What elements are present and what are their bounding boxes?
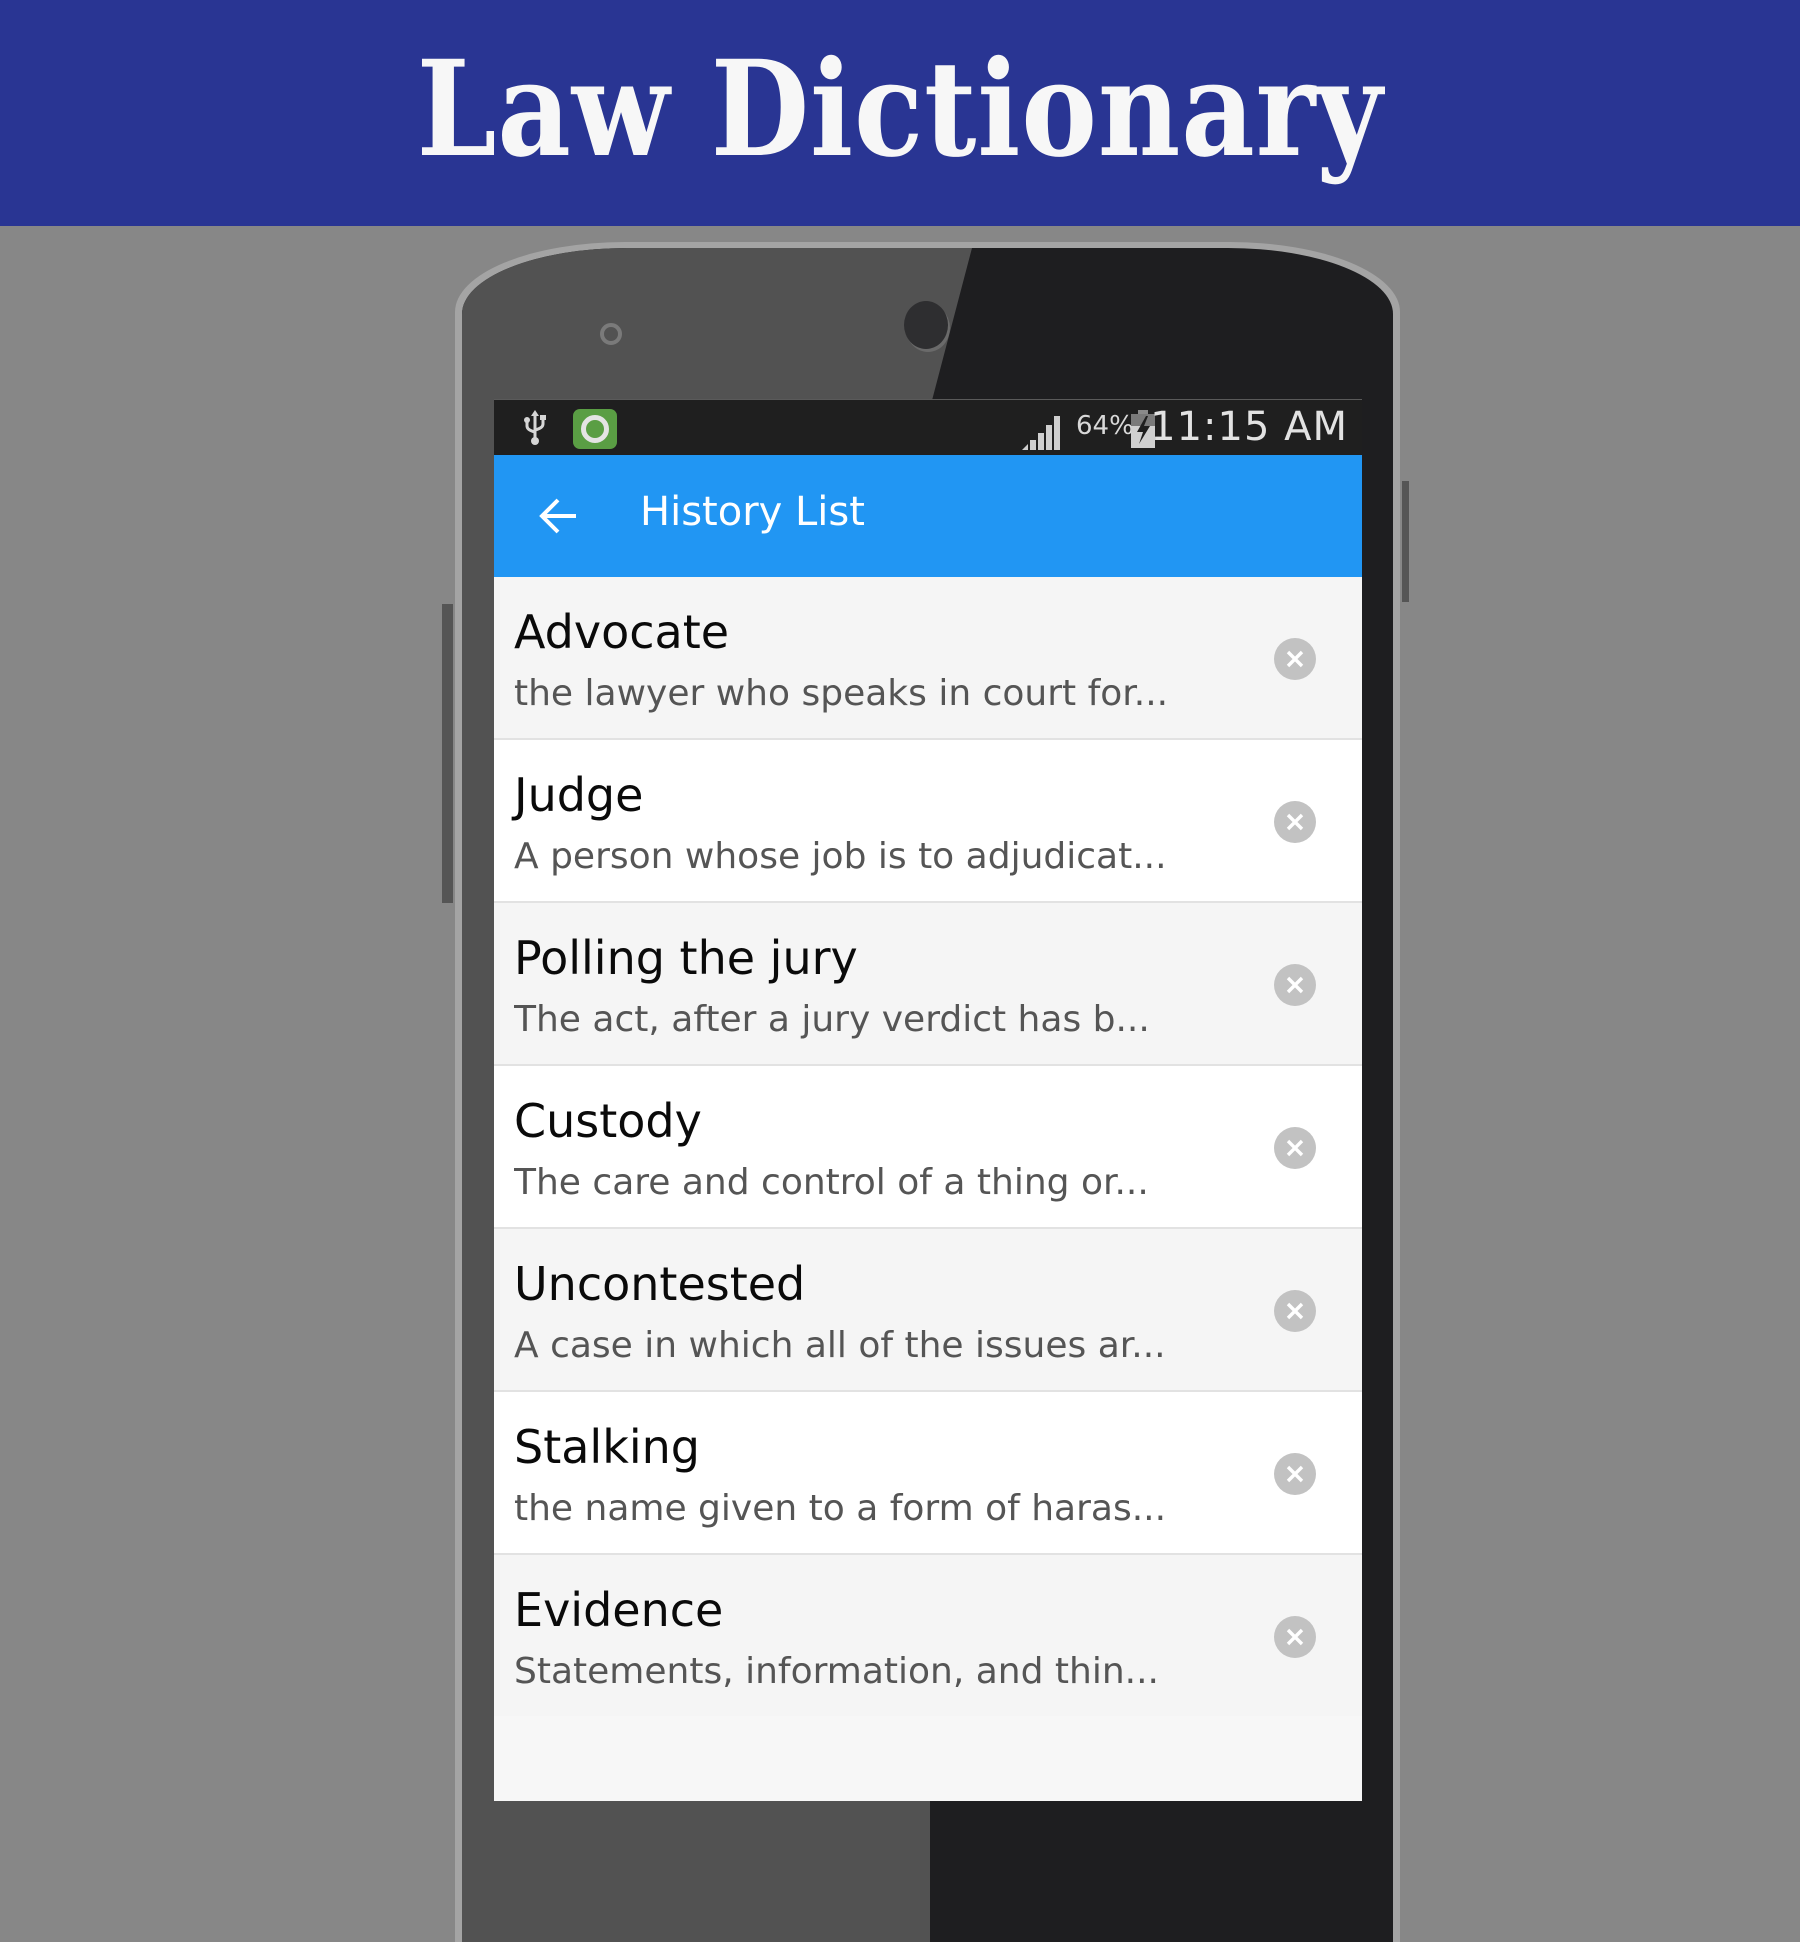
battery-percent: 64%	[1076, 411, 1134, 441]
delete-button[interactable]	[1274, 1290, 1316, 1332]
history-list-item[interactable]: Judge A person whose job is to adjudicat…	[494, 740, 1362, 903]
history-list-item[interactable]: Advocate the lawyer who speaks in court …	[494, 577, 1362, 740]
history-list-item[interactable]: Custody The care and control of a thing …	[494, 1066, 1362, 1229]
status-clock: 11:15 AM	[1150, 404, 1348, 450]
proximity-sensor-icon	[600, 323, 622, 345]
item-term: Advocate	[514, 605, 730, 659]
close-circle-icon	[1286, 1465, 1304, 1483]
delete-button[interactable]	[1274, 638, 1316, 680]
history-list-item[interactable]: Stalking the name given to a form of har…	[494, 1392, 1362, 1555]
item-term: Stalking	[514, 1420, 700, 1474]
item-definition: The care and control of a thing or...	[514, 1162, 1149, 1203]
usb-icon	[524, 410, 546, 445]
app-bar: History List	[494, 455, 1362, 577]
back-button[interactable]	[534, 491, 584, 541]
banner-title: Law Dictionary	[416, 31, 1384, 187]
history-list-item[interactable]: Uncontested A case in which all of the i…	[494, 1229, 1362, 1392]
status-bar: 64% 11:15 AM	[494, 400, 1362, 455]
phone-power-button	[1402, 481, 1409, 602]
phone-volume-button	[442, 604, 453, 903]
page-title: History List	[640, 489, 865, 535]
item-term: Uncontested	[514, 1257, 806, 1311]
front-camera-icon	[904, 301, 948, 349]
item-definition: the name given to a form of haras...	[514, 1488, 1167, 1529]
app-notification-icon	[573, 409, 617, 449]
item-term: Judge	[514, 768, 644, 822]
phone-screen: 64% 11:15 AM History List Advocate the l…	[494, 399, 1362, 1801]
history-list-item[interactable]: Evidence Statements, information, and th…	[494, 1555, 1362, 1716]
item-definition: Statements, information, and thin...	[514, 1651, 1159, 1692]
close-circle-icon	[1286, 976, 1304, 994]
close-circle-icon	[1286, 1302, 1304, 1320]
item-term: Evidence	[514, 1583, 724, 1637]
item-definition: A person whose job is to adjudicat...	[514, 836, 1167, 877]
delete-button[interactable]	[1274, 1616, 1316, 1658]
delete-button[interactable]	[1274, 1127, 1316, 1169]
arrow-left-icon	[539, 498, 576, 534]
close-circle-icon	[1286, 1139, 1304, 1157]
bezel-left	[462, 398, 494, 1942]
delete-button[interactable]	[1274, 801, 1316, 843]
item-term: Custody	[514, 1094, 702, 1148]
history-list-item[interactable]: Polling the jury The act, after a jury v…	[494, 903, 1362, 1066]
item-definition: A case in which all of the issues ar...	[514, 1325, 1166, 1366]
item-term: Polling the jury	[514, 931, 858, 985]
item-definition: the lawyer who speaks in court for...	[514, 673, 1169, 714]
signal-icon	[1022, 416, 1060, 450]
delete-button[interactable]	[1274, 964, 1316, 1006]
item-definition: The act, after a jury verdict has b...	[514, 999, 1150, 1040]
promo-banner: Law Dictionary	[0, 0, 1800, 226]
history-list: Advocate the lawyer who speaks in court …	[494, 577, 1362, 1716]
close-circle-icon	[1286, 1628, 1304, 1646]
close-circle-icon	[1286, 813, 1304, 831]
app-notification-ring	[581, 415, 609, 443]
close-circle-icon	[1286, 650, 1304, 668]
delete-button[interactable]	[1274, 1453, 1316, 1495]
